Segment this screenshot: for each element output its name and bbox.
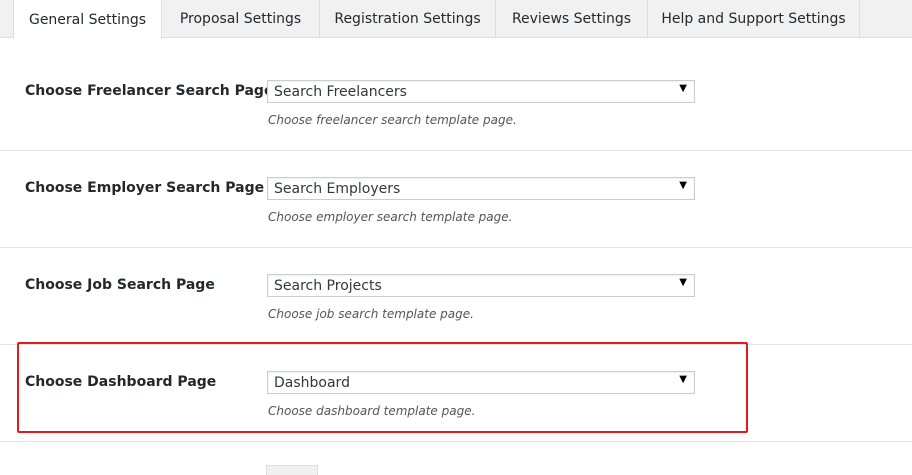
settings-tabs: General Settings Proposal Settings Regis… bbox=[0, 0, 912, 39]
tab-registration-settings[interactable]: Registration Settings bbox=[320, 0, 496, 38]
setting-row-freelancer-search: Choose Freelancer Search Page Search Fre… bbox=[0, 39, 912, 151]
tab-help-support-settings[interactable]: Help and Support Settings bbox=[648, 0, 860, 38]
select-value: Search Projects bbox=[274, 277, 382, 294]
setting-label: Choose Employer Search Page bbox=[25, 180, 265, 196]
tab-general-settings[interactable]: General Settings bbox=[13, 0, 162, 39]
freelancer-search-page-select[interactable]: Search Freelancers ▼ bbox=[267, 80, 695, 103]
setting-label: Choose Freelancer Search Page bbox=[25, 83, 274, 99]
chevron-down-icon: ▼ bbox=[679, 277, 687, 288]
chevron-down-icon: ▼ bbox=[679, 83, 687, 94]
job-search-page-select[interactable]: Search Projects ▼ bbox=[267, 274, 695, 297]
setting-row-job-search: Choose Job Search Page Search Projects ▼… bbox=[0, 248, 912, 345]
setting-description: Choose freelancer search template page. bbox=[268, 113, 517, 127]
tab-reviews-settings[interactable]: Reviews Settings bbox=[496, 0, 648, 38]
setting-label: Choose Job Search Page bbox=[25, 277, 215, 293]
setting-description: Choose job search template page. bbox=[268, 307, 474, 321]
tab-proposal-settings[interactable]: Proposal Settings bbox=[162, 0, 320, 38]
setting-row-employer-search: Choose Employer Search Page Search Emplo… bbox=[0, 151, 912, 248]
chevron-down-icon: ▼ bbox=[679, 180, 687, 191]
highlight-box bbox=[17, 342, 748, 433]
save-button[interactable] bbox=[266, 465, 318, 475]
setting-description: Choose employer search template page. bbox=[268, 210, 513, 224]
employer-search-page-select[interactable]: Search Employers ▼ bbox=[267, 177, 695, 200]
select-value: Search Freelancers bbox=[274, 83, 407, 100]
select-value: Search Employers bbox=[274, 180, 401, 197]
